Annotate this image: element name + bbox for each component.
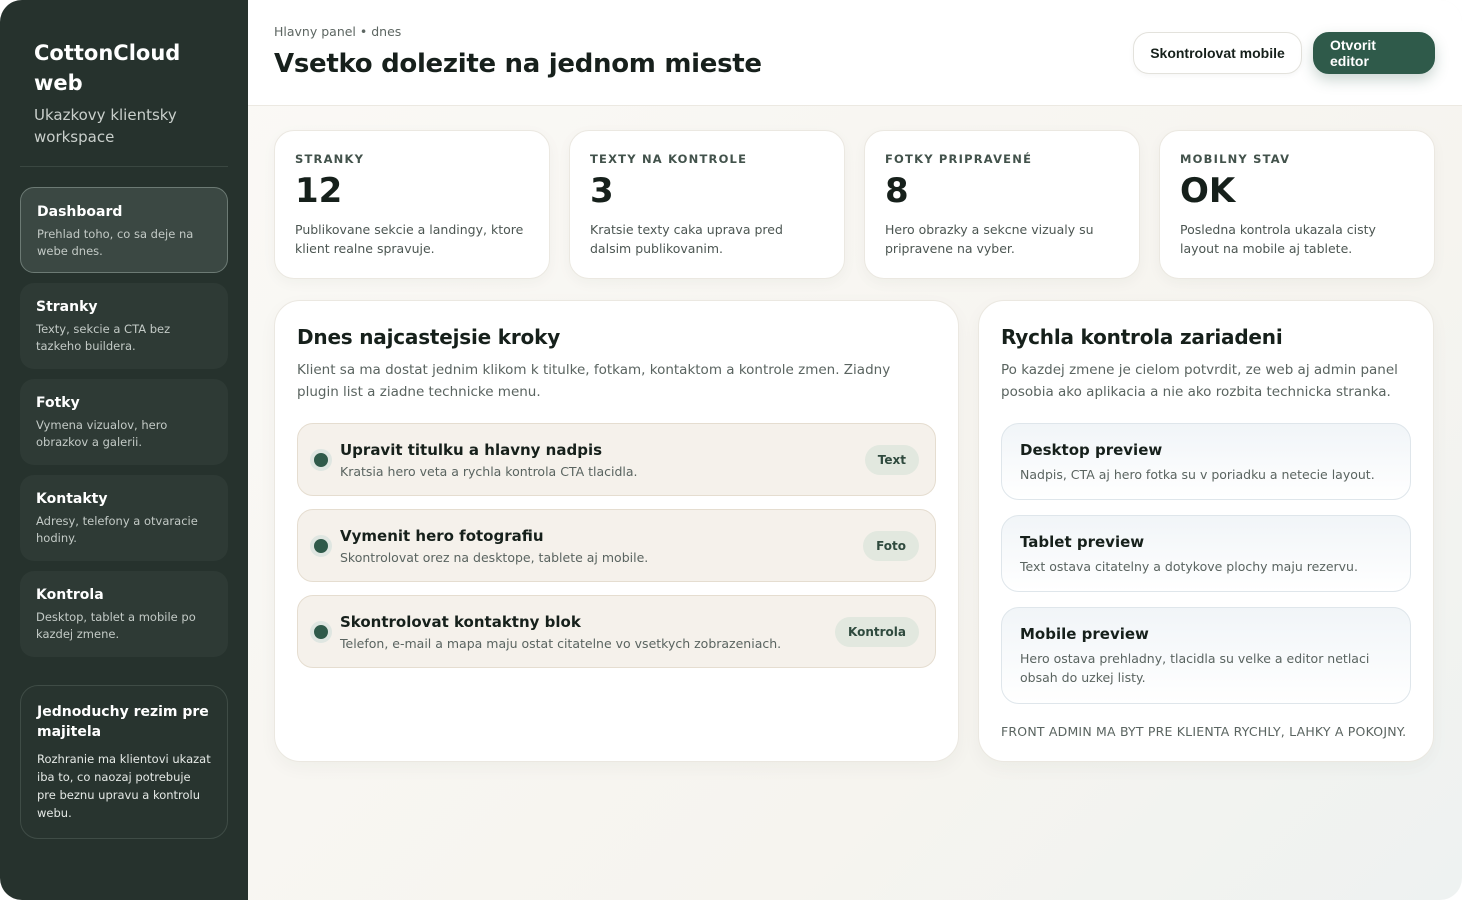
header-actions: Skontrolovat mobile Otvorit editor xyxy=(1133,32,1435,74)
sidebar-item-desc: Texty, sekcie a CTA bez tazkeho buildera… xyxy=(36,322,171,353)
sidebar-nav: Dashboard Prehlad toho, co sa deje na we… xyxy=(20,187,228,657)
page-title: Vsetko dolezite na jednom mieste xyxy=(274,49,762,79)
sidebar-item-desc: Adresy, telefony a otvaracie hodiny. xyxy=(36,514,198,545)
breadcrumb: Hlavny panel • dnes xyxy=(274,24,402,39)
stat-label: FOTKY PRIPRAVENÉ xyxy=(885,152,1033,166)
tablet-preview-card[interactable]: Tablet preview Text ostava citatelny a d… xyxy=(1001,515,1411,592)
step-body: Skontrolovat kontaktny blok Telefon, e-m… xyxy=(340,612,835,652)
desktop-preview-card[interactable]: Desktop preview Nadpis, CTA aj hero fotk… xyxy=(1001,423,1411,500)
mobile-preview-card[interactable]: Mobile preview Hero ostava prehladny, tl… xyxy=(1001,607,1411,704)
step-tag: Kontrola xyxy=(835,616,919,647)
sidebar-item-desc: Desktop, tablet a mobile po kazdej zmene… xyxy=(36,610,196,641)
step-dot-icon xyxy=(310,620,332,643)
sidebar-item-label: Kontrola xyxy=(36,587,104,603)
step-replace-hero-photo[interactable]: Vymenit hero fotografiu Skontrolovat ore… xyxy=(297,509,936,582)
stat-value: 3 xyxy=(590,171,614,211)
main-area: Hlavny panel • dnes Vsetko dolezite na j… xyxy=(248,0,1462,900)
sidebar-item-label: Kontakty xyxy=(36,491,108,507)
stat-value: OK xyxy=(1180,171,1236,211)
sidebar-item-label: Fotky xyxy=(36,395,80,411)
stat-card-photos: FOTKY PRIPRAVENÉ 8 Hero obrazky a sekcne… xyxy=(864,130,1140,279)
step-desc: Kratsia hero veta a rychla kontrola CTA … xyxy=(340,463,638,479)
sidebar-item-desc: Prehlad toho, co sa deje na webe dnes. xyxy=(37,227,194,258)
preview-desc: Nadpis, CTA aj hero fotka su v poriadku … xyxy=(1020,467,1375,482)
sidebar-item-dashboard[interactable]: Dashboard Prehlad toho, co sa deje na we… xyxy=(20,187,228,273)
preview-title: Tablet preview xyxy=(1020,533,1145,551)
owner-mode-card: Jednoduchy rezim pre majitela Rozhranie … xyxy=(20,685,228,839)
dashboard-content: STRANKY 12 Publikovane sekcie a landingy… xyxy=(248,106,1462,762)
panel-title: Rychla kontrola zariadeni xyxy=(1001,325,1283,349)
owner-mode-title: Jednoduchy rezim pre majitela xyxy=(37,704,209,740)
common-steps-panel: Dnes najcastejsie kroky Klient sa ma dos… xyxy=(274,300,959,762)
step-desc: Telefon, e-mail a mapa maju ostat citate… xyxy=(340,635,782,651)
brand-title: CottonCloud web xyxy=(34,41,181,95)
panel-desc: Po kazdej zmene je cielom potvrdit, ze w… xyxy=(1001,362,1398,400)
previews-list: Desktop preview Nadpis, CTA aj hero fotk… xyxy=(1001,423,1411,704)
stat-desc: Publikovane sekcie a landingy, ktore kli… xyxy=(295,222,524,256)
sidebar-item-label: Dashboard xyxy=(37,204,123,220)
panel-title: Dnes najcastejsie kroky xyxy=(297,325,561,349)
device-check-panel: Rychla kontrola zariadeni Po kazdej zmen… xyxy=(978,300,1434,762)
sidebar-item-stranky[interactable]: Stranky Texty, sekcie a CTA bez tazkeho … xyxy=(20,283,228,369)
step-tag: Text xyxy=(864,444,919,475)
stat-desc: Kratsie texty caka uprava pred dalsim pu… xyxy=(590,222,783,256)
stat-desc: Posledna kontrola ukazala cisty layout n… xyxy=(1180,222,1376,256)
brand-subtitle: Ukazkovy klientsky workspace xyxy=(34,106,177,146)
stat-label: MOBILNY STAV xyxy=(1180,152,1291,166)
admin-footer-note: FRONT ADMIN MA BYT PRE KLIENTA RYCHLY, L… xyxy=(1001,724,1407,739)
stat-card-pages: STRANKY 12 Publikovane sekcie a landingy… xyxy=(274,130,550,279)
topbar: Hlavny panel • dnes Vsetko dolezite na j… xyxy=(248,0,1462,106)
preview-title: Desktop preview xyxy=(1020,441,1163,459)
step-edit-title[interactable]: Upravit titulku a hlavny nadpis Kratsia … xyxy=(297,423,936,496)
check-mobile-button[interactable]: Skontrolovat mobile xyxy=(1133,32,1302,74)
sidebar-item-kontrola[interactable]: Kontrola Desktop, tablet a mobile po kaz… xyxy=(20,571,228,657)
step-dot-icon xyxy=(310,534,332,557)
owner-mode-text: Rozhranie ma klientovi ukazat iba to, co… xyxy=(37,752,211,820)
step-desc: Skontrolovat orez na desktope, tablete a… xyxy=(340,549,649,565)
step-tag: Foto xyxy=(863,530,919,561)
preview-desc: Text ostava citatelny a dotykove plochy … xyxy=(1020,559,1358,574)
step-title: Upravit titulku a hlavny nadpis xyxy=(340,440,603,459)
sidebar-item-label: Stranky xyxy=(36,299,98,315)
stat-desc: Hero obrazky a sekcne vizualy su priprav… xyxy=(885,222,1094,256)
sidebar-item-kontakty[interactable]: Kontakty Adresy, telefony a otvaracie ho… xyxy=(20,475,228,561)
stat-card-texts: TEXTY NA KONTROLE 3 Kratsie texty caka u… xyxy=(569,130,845,279)
preview-desc: Hero ostava prehladny, tlacidla su velke… xyxy=(1020,651,1370,685)
step-body: Upravit titulku a hlavny nadpis Kratsia … xyxy=(340,440,865,480)
stat-value: 12 xyxy=(295,171,343,211)
stat-card-mobile: MOBILNY STAV OK Posledna kontrola ukazal… xyxy=(1159,130,1435,279)
stat-label: TEXTY NA KONTROLE xyxy=(590,152,748,166)
step-dot-icon xyxy=(310,448,332,471)
panel-desc: Klient sa ma dostat jednim klikom k titu… xyxy=(297,362,891,400)
sidebar: CottonCloud web Ukazkovy klientsky works… xyxy=(0,0,248,900)
step-title: Skontrolovat kontaktny blok xyxy=(340,612,581,631)
stats-row: STRANKY 12 Publikovane sekcie a landingy… xyxy=(274,130,1435,279)
stat-value: 8 xyxy=(885,171,909,211)
sidebar-item-desc: Vymena vizualov, hero obrazkov a galerii… xyxy=(36,418,168,449)
steps-list: Upravit titulku a hlavny nadpis Kratsia … xyxy=(297,423,936,668)
app-window: CottonCloud web Ukazkovy klientsky works… xyxy=(0,0,1462,900)
sidebar-item-fotky[interactable]: Fotky Vymena vizualov, hero obrazkov a g… xyxy=(20,379,228,465)
step-check-contact-block[interactable]: Skontrolovat kontaktny blok Telefon, e-m… xyxy=(297,595,936,668)
preview-title: Mobile preview xyxy=(1020,625,1149,643)
stat-label: STRANKY xyxy=(295,152,365,166)
open-editor-button[interactable]: Otvorit editor xyxy=(1313,32,1435,74)
sidebar-divider xyxy=(20,166,228,167)
header-text: Hlavny panel • dnes Vsetko dolezite na j… xyxy=(274,24,762,82)
panels-row: Dnes najcastejsie kroky Klient sa ma dos… xyxy=(274,300,1435,762)
step-body: Vymenit hero fotografiu Skontrolovat ore… xyxy=(340,526,863,566)
step-title: Vymenit hero fotografiu xyxy=(340,526,544,545)
